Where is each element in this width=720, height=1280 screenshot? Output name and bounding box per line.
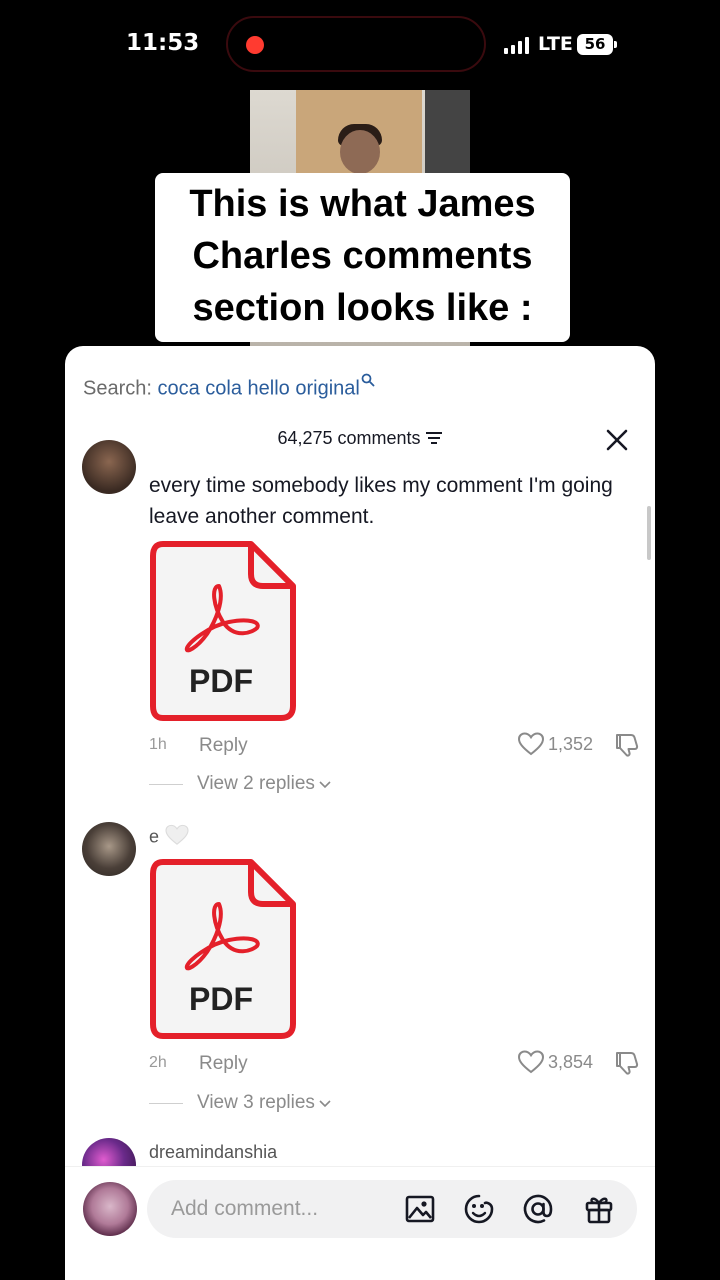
comment-age: 2h — [149, 1054, 167, 1071]
heart-icon[interactable] — [517, 1050, 544, 1074]
chevron-down-icon — [319, 773, 331, 795]
caption-line: section looks like : — [192, 287, 533, 329]
filter-icon[interactable] — [425, 429, 443, 450]
view-replies-label[interactable]: View 3 replies — [197, 1092, 315, 1114]
username-text[interactable]: e — [149, 826, 159, 846]
emoji-icon[interactable] — [463, 1193, 495, 1225]
search-label: Search: — [83, 377, 158, 400]
search-icon[interactable] — [361, 370, 375, 393]
dislike-icon[interactable] — [613, 1050, 639, 1081]
battery-icon: 56 — [577, 34, 617, 55]
image-icon[interactable] — [404, 1193, 436, 1225]
comment-meta: 2h Reply 3,854 — [149, 1050, 639, 1078]
pdf-icon[interactable]: PDF — [149, 540, 297, 722]
dynamic-island — [226, 16, 486, 72]
comment-input-bar: Add comment... — [65, 1166, 655, 1280]
pdf-icon[interactable]: PDF — [149, 858, 297, 1040]
status-time: 11:53 — [126, 30, 200, 56]
avatar[interactable] — [82, 822, 136, 876]
dislike-icon[interactable] — [613, 732, 639, 763]
gift-icon[interactable] — [583, 1193, 615, 1225]
heart-icon[interactable] — [517, 732, 544, 756]
caption-line: This is what James — [189, 183, 536, 225]
divider — [149, 783, 183, 785]
comment-username[interactable]: dreamindanshia — [149, 1142, 277, 1163]
pdf-label: PDF — [189, 663, 253, 699]
comments-sheet: Search: coca cola hello original 64,275 … — [65, 346, 655, 1280]
comment-age: 1h — [149, 736, 167, 753]
avatar[interactable] — [82, 440, 136, 494]
search-query[interactable]: coca cola hello original — [157, 378, 359, 400]
reply-button[interactable]: Reply — [199, 735, 248, 757]
comment-input-placeholder[interactable]: Add comment... — [171, 1197, 318, 1221]
record-dot-icon — [246, 36, 264, 54]
like-count: 3,854 — [547, 1051, 593, 1072]
divider — [149, 1102, 183, 1104]
search-suggestion[interactable]: Search: coca cola hello original — [83, 370, 375, 401]
comments-header: 64,275 comments — [65, 428, 655, 450]
comment-meta: 1h Reply 1,352 — [149, 732, 639, 760]
pdf-label: PDF — [189, 981, 253, 1017]
view-replies-button[interactable]: View 2 replies — [149, 772, 449, 796]
at-icon[interactable] — [522, 1193, 554, 1225]
view-replies-label[interactable]: View 2 replies — [197, 773, 315, 795]
video-caption: This is what James Charles comments sect… — [155, 173, 570, 342]
my-avatar — [83, 1182, 137, 1236]
comment-input[interactable]: Add comment... — [147, 1180, 637, 1238]
comment-text: every time somebody likes my comment I'm… — [149, 474, 613, 528]
chevron-down-icon — [319, 1092, 331, 1114]
status-bar: 11:53 LTE 56 — [0, 0, 720, 90]
reply-button[interactable]: Reply — [199, 1053, 248, 1075]
network-label: LTE — [538, 33, 573, 55]
signal-icon — [504, 36, 529, 54]
view-replies-button[interactable]: View 3 replies — [149, 1091, 449, 1115]
white-heart-icon — [165, 824, 189, 851]
like-button[interactable]: 1,352 — [517, 732, 593, 756]
close-icon[interactable] — [603, 426, 631, 454]
like-count: 1,352 — [547, 733, 593, 754]
like-button[interactable]: 3,854 — [517, 1050, 593, 1074]
caption-line: Charles comments — [192, 235, 533, 277]
comments-count: 64,275 comments — [277, 428, 421, 448]
scrollbar[interactable] — [647, 506, 651, 560]
comment-username[interactable]: e — [149, 824, 189, 851]
